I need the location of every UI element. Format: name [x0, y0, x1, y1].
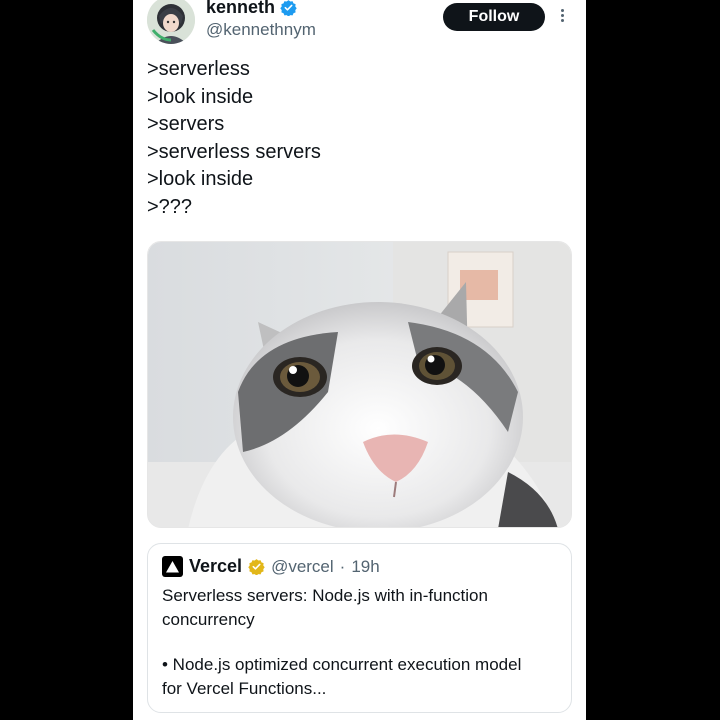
tweet-media-image[interactable] — [147, 241, 572, 528]
follow-button[interactable]: Follow — [443, 3, 545, 31]
separator-dot: · — [339, 556, 346, 576]
author-avatar[interactable] — [147, 0, 195, 44]
vertical-ellipsis-icon[interactable] — [558, 9, 566, 27]
tweet-line: >serverless servers — [147, 140, 321, 163]
quote-text-line: concurrency — [162, 609, 255, 629]
gold-verified-badge-icon — [248, 559, 265, 575]
ellipsis-dot — [560, 14, 564, 17]
anime-character-avatar-icon — [147, 0, 195, 44]
tweet-line: >look inside — [147, 168, 254, 191]
cat-closeup-photo-icon — [148, 242, 571, 527]
quote-timestamp[interactable]: 19h — [351, 557, 379, 577]
author-name-row: kenneth — [206, 0, 297, 18]
quote-body: Serverless servers: Node.js with in-func… — [162, 584, 557, 700]
tweet-line: >??? — [147, 195, 193, 218]
quote-author-handle[interactable]: @vercel — [271, 557, 334, 577]
author-handle[interactable]: @kennethnym — [206, 20, 316, 40]
tweet-line: >servers — [147, 113, 225, 136]
triangle-shape — [166, 560, 179, 572]
tweet-line: >serverless — [147, 58, 250, 80]
quote-author-name[interactable]: Vercel — [189, 556, 242, 577]
ellipsis-dot — [560, 19, 564, 22]
quote-text-line: for Vercel Functions... — [162, 678, 327, 698]
quote-header: Vercel @vercel · 19h — [162, 556, 380, 577]
tweet-line: >look inside — [147, 85, 254, 108]
tweet-card: kenneth @kennethnym Follow >serverless >… — [133, 0, 586, 720]
vercel-triangle-icon — [162, 556, 183, 577]
author-name[interactable]: kenneth — [206, 0, 275, 18]
quote-text-line: • Node.js optimized concurrent execution… — [162, 655, 522, 674]
verified-badge-icon — [280, 0, 297, 16]
quote-text-line: Serverless servers: Node.js with in-func… — [162, 586, 488, 605]
quoted-tweet[interactable]: Vercel @vercel · 19h Serverless servers:… — [147, 543, 572, 713]
tweet-text: >serverless >look inside >servers >serve… — [147, 56, 321, 222]
ellipsis-dot — [560, 9, 564, 12]
